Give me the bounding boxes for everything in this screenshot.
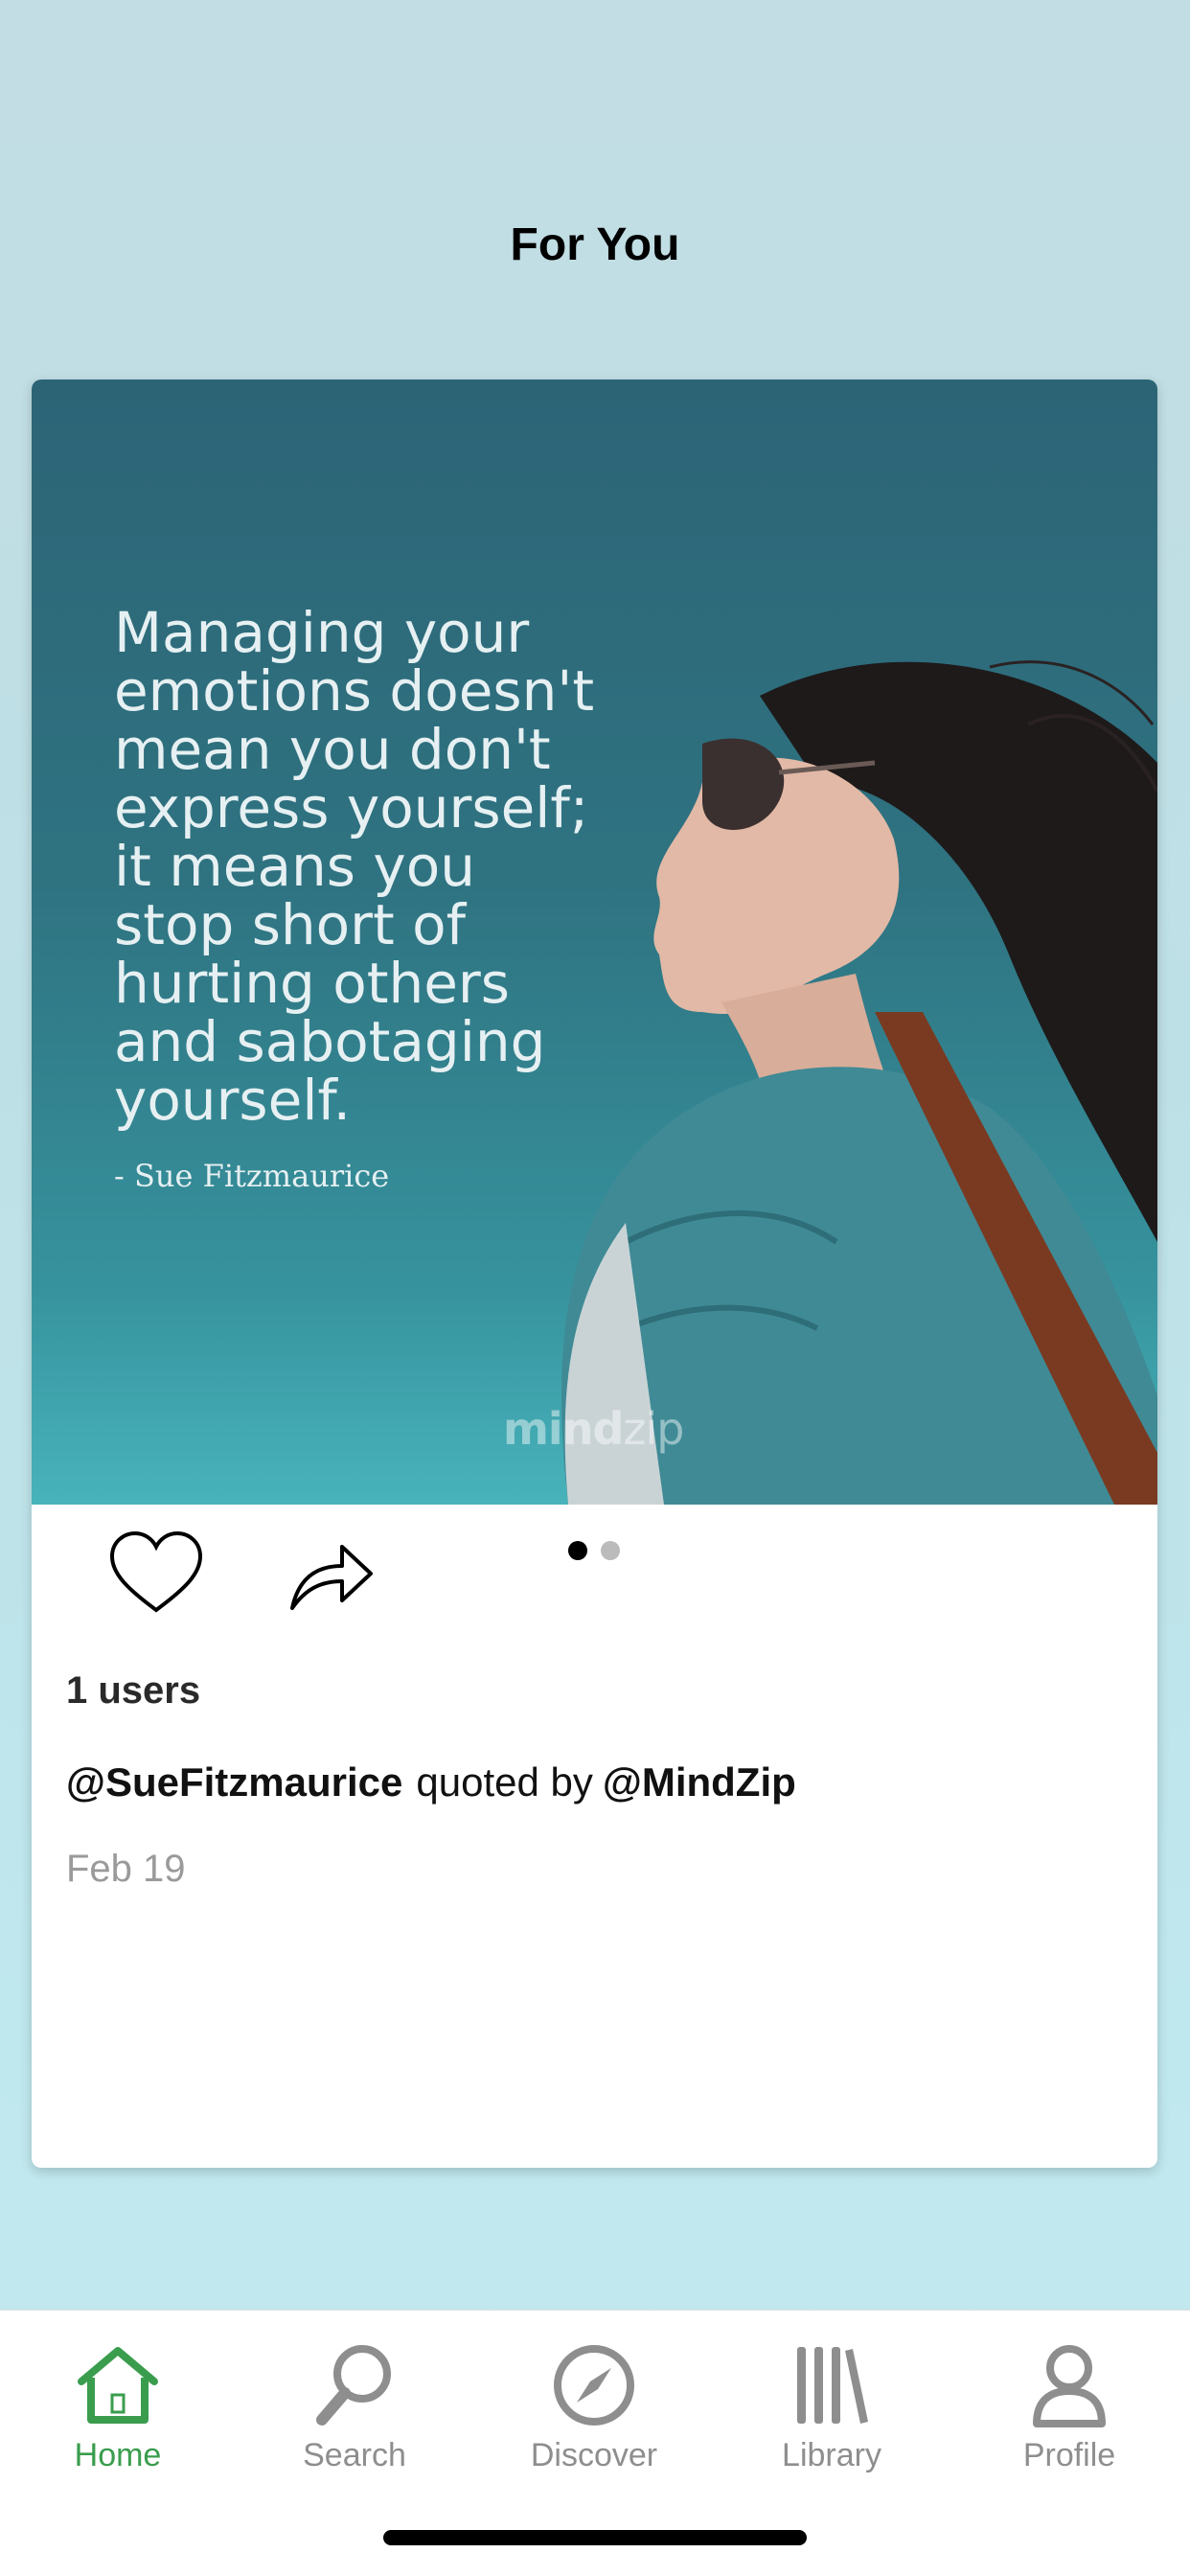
tab-label-home: Home	[74, 2437, 162, 2473]
post-date: Feb 19	[66, 1848, 186, 1890]
mindzip-watermark: mindzip	[503, 1403, 685, 1455]
page-dot	[601, 1541, 620, 1560]
tab-label-library: Library	[782, 2437, 881, 2473]
page-indicator	[568, 1541, 645, 1562]
tab-discover[interactable]: Discover	[489, 2326, 699, 2489]
page-title: For You	[510, 219, 680, 270]
tab-profile[interactable]: Profile	[964, 2326, 1175, 2489]
tab-label-search: Search	[303, 2437, 406, 2473]
home-icon	[78, 2347, 158, 2424]
home-indicator[interactable]	[383, 2530, 807, 2545]
quote-author: - Sue Fitzmaurice	[114, 1158, 390, 1194]
tab-home[interactable]: Home	[12, 2326, 223, 2489]
tab-search[interactable]: Search	[249, 2326, 460, 2489]
library-icon	[797, 2347, 868, 2424]
quote-text: Managing your emotions doesn't mean you …	[114, 600, 595, 1133]
share-icon[interactable]	[288, 1533, 375, 1614]
author-handle-link[interactable]: @SueFitzmaurice	[66, 1760, 402, 1805]
quoted-by-text: quoted by	[416, 1760, 593, 1805]
search-icon	[316, 2345, 391, 2426]
quote-image[interactable]: Managing your emotions doesn't mean you …	[32, 380, 1157, 1505]
attribution: @SueFitzmaurice quoted by @MindZip	[66, 1760, 796, 1806]
users-count[interactable]: 1 users	[66, 1669, 200, 1713]
tab-label-discover: Discover	[530, 2437, 658, 2473]
heart-icon[interactable]	[108, 1530, 204, 1616]
page-dot-active	[568, 1541, 587, 1560]
profile-icon	[1033, 2345, 1106, 2427]
quote-card: Managing your emotions doesn't mean you …	[32, 380, 1157, 2168]
quoter-handle-link[interactable]: @MindZip	[603, 1760, 796, 1805]
tab-library[interactable]: Library	[726, 2326, 937, 2489]
compass-icon	[554, 2345, 634, 2426]
tab-label-profile: Profile	[1022, 2437, 1116, 2473]
